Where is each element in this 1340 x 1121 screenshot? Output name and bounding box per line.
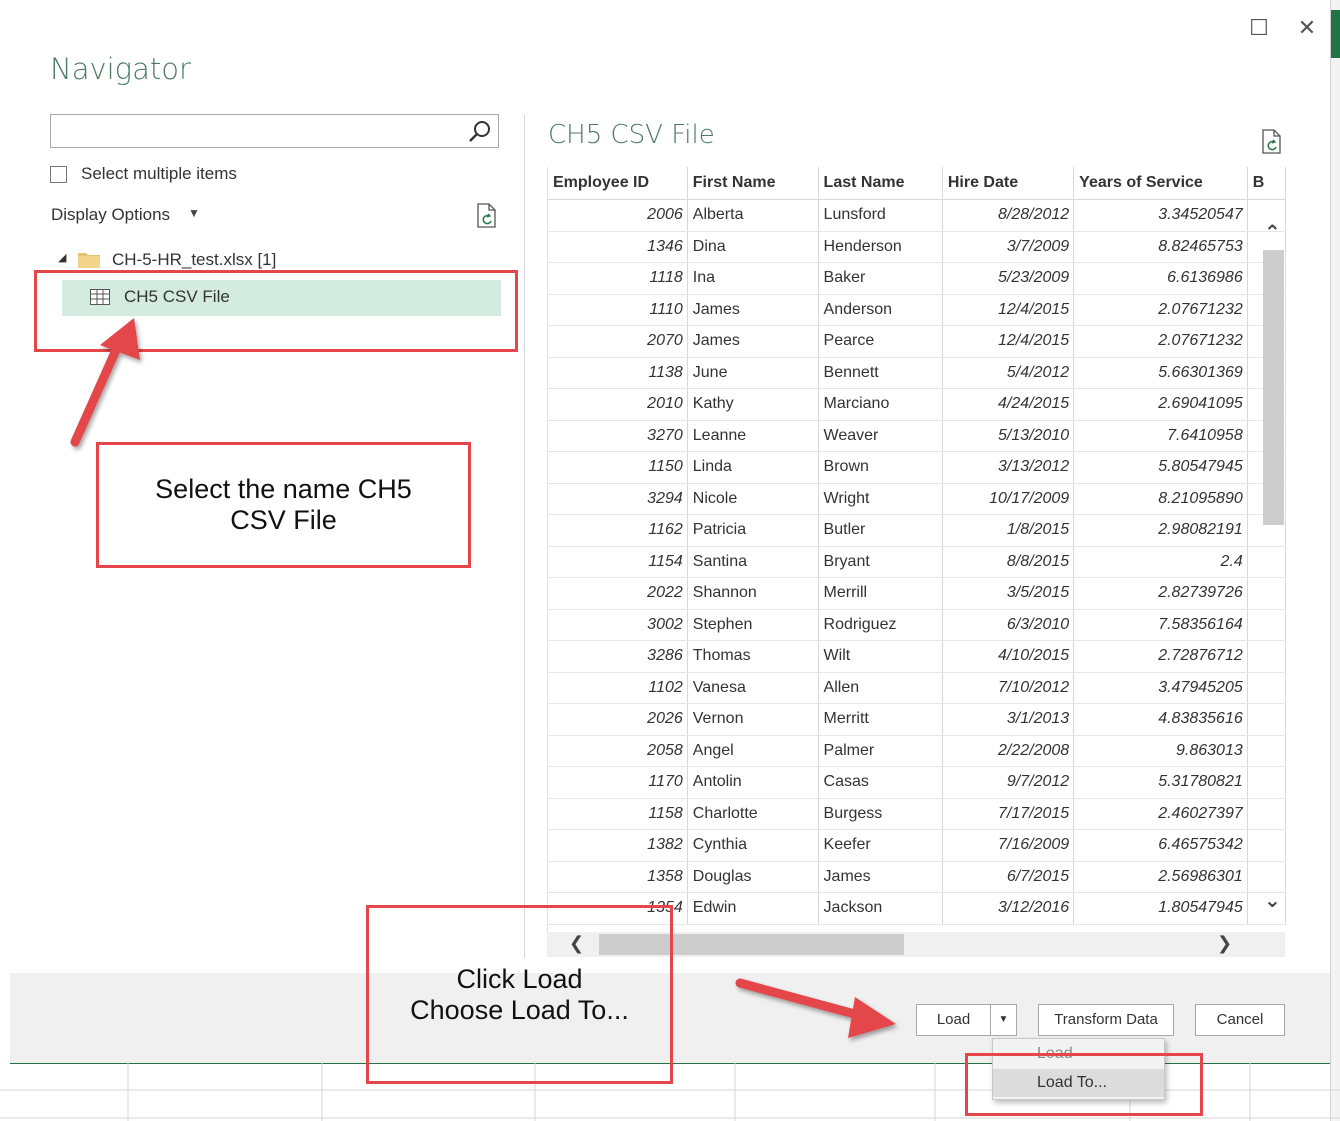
annotation-arrows <box>70 318 896 1038</box>
arrow-right-icon <box>735 978 896 1038</box>
arrow-up-icon <box>70 318 140 447</box>
